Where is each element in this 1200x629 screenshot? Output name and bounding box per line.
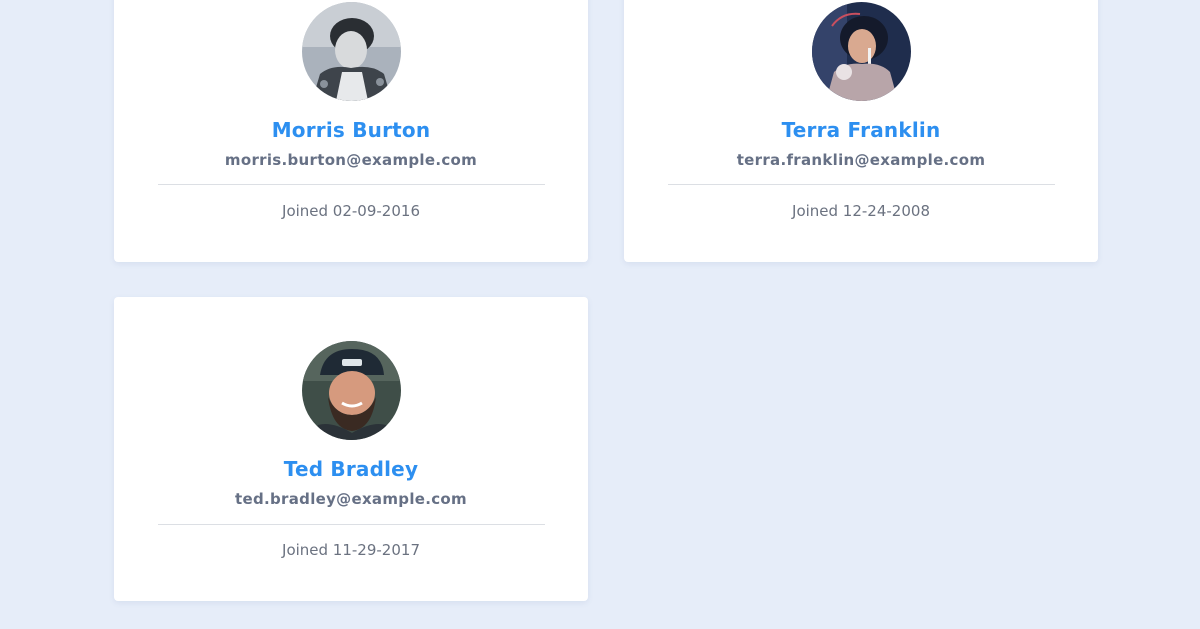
user-card: Terra Franklin terra.franklin@example.co… — [624, 0, 1098, 262]
user-name[interactable]: Ted Bradley — [114, 457, 588, 481]
joined-date: Joined 11-29-2017 — [282, 541, 420, 559]
divider — [668, 184, 1055, 185]
avatar — [302, 2, 401, 101]
joined-date: Joined 12-24-2008 — [792, 202, 930, 220]
user-card: Morris Burton morris.burton@example.com … — [114, 0, 588, 262]
user-email[interactable]: morris.burton@example.com — [114, 151, 588, 169]
avatar — [812, 2, 911, 101]
user-email[interactable]: ted.bradley@example.com — [114, 490, 588, 508]
user-name[interactable]: Terra Franklin — [624, 118, 1098, 142]
divider — [158, 524, 545, 525]
avatar-photo — [812, 2, 911, 101]
user-card: Ted Bradley ted.bradley@example.com Join… — [114, 297, 588, 601]
avatar-photo — [302, 2, 401, 101]
avatar-photo — [302, 341, 401, 440]
divider — [158, 184, 545, 185]
avatar — [302, 341, 401, 440]
joined-date: Joined 02-09-2016 — [282, 202, 420, 220]
user-email[interactable]: terra.franklin@example.com — [624, 151, 1098, 169]
user-name[interactable]: Morris Burton — [114, 118, 588, 142]
